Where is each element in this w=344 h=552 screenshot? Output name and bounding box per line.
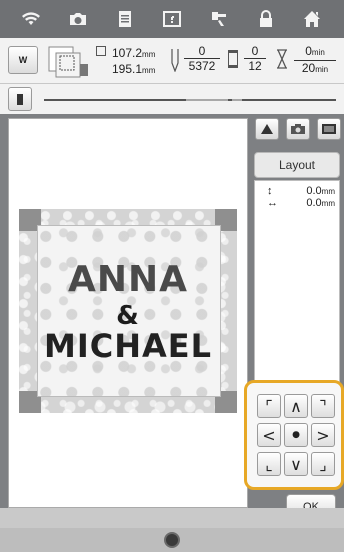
embroidery-preview-area[interactable]: ANNA & MICHAEL	[8, 118, 248, 508]
design-width-value: 107.2	[112, 46, 143, 60]
move-center-button[interactable]: ●	[284, 423, 308, 447]
sewing-time: 0min 20min	[294, 44, 336, 77]
stitch-total: 5372	[184, 58, 220, 73]
stitch-count: 0 5372	[184, 44, 220, 73]
view-buttons	[252, 118, 344, 142]
width-setting-button[interactable]: W	[8, 46, 38, 74]
bottom-strip	[0, 508, 344, 528]
horizontal-offset-unit: mm	[321, 199, 335, 208]
offset-readout: ↕ 0.0mm ↔ 0.0mm	[254, 180, 340, 386]
width-unit: mm	[142, 50, 156, 59]
hourglass-icon	[277, 49, 287, 69]
quilt-block-preview: ANNA & MICHAEL	[19, 209, 237, 413]
home-icon[interactable]	[300, 7, 324, 31]
lock-icon[interactable]	[254, 7, 278, 31]
frame-icon	[48, 46, 88, 78]
move-down-left-button[interactable]: ⌞	[257, 452, 281, 476]
thread-icon[interactable]	[207, 7, 231, 31]
move-arrow-pad: ⌜ ∧ ⌝ < ● > ⌞ ∨ ⌟	[244, 380, 344, 490]
document-icon[interactable]	[113, 7, 137, 31]
vertical-arrow-icon: ↕	[267, 185, 273, 197]
color-count: 0 12	[244, 44, 266, 73]
color-total: 12	[244, 58, 266, 73]
camera-scan-icon	[290, 124, 305, 134]
size-icon	[96, 46, 106, 56]
design-info-row: W 107.2mm 195.1mm 0 5372 0 12 0min 20min	[0, 38, 344, 84]
frame-display-button[interactable]	[46, 44, 90, 78]
thread-progress-row	[0, 84, 344, 114]
horizontal-offset-value: 0.0	[306, 197, 322, 209]
vertical-offset-unit: mm	[321, 187, 335, 196]
needle-icon	[171, 49, 179, 72]
thread-color-button[interactable]	[8, 87, 32, 111]
progress-segment	[186, 99, 228, 101]
move-left-button[interactable]: <	[257, 423, 281, 447]
embroidery-text-line3: MICHAEL	[43, 327, 213, 365]
move-up-left-button[interactable]: ⌜	[257, 394, 281, 418]
background-icon	[321, 124, 336, 134]
triangle-view-button[interactable]	[255, 118, 280, 140]
width-setting-label: W	[18, 55, 28, 65]
triangle-icon	[261, 124, 274, 134]
horizontal-arrow-icon: ↔	[267, 197, 278, 209]
time-unit: min	[311, 48, 325, 57]
clock-icon	[164, 532, 180, 548]
embroidery-text-line1: ANNA	[68, 259, 188, 300]
time-current: 0	[305, 44, 312, 58]
move-up-right-button[interactable]: ⌝	[311, 394, 335, 418]
vertical-offset-value: 0.0	[306, 185, 322, 197]
layout-label: Layout	[254, 152, 340, 178]
move-down-right-button[interactable]: ⌟	[311, 452, 335, 476]
color-count-icon	[228, 50, 238, 68]
background-view-button[interactable]	[316, 118, 341, 140]
top-toolbar	[0, 0, 344, 38]
wifi-icon[interactable]	[19, 7, 43, 31]
design-size: 107.2mm 195.1mm	[112, 46, 155, 78]
time-total: 20	[301, 61, 316, 75]
spool-icon	[17, 94, 23, 105]
camera-icon[interactable]	[66, 7, 90, 31]
height-unit: mm	[142, 66, 156, 75]
help-icon[interactable]	[160, 7, 184, 31]
camera-view-button[interactable]	[285, 118, 310, 140]
time-total-unit: min	[315, 65, 329, 74]
move-up-button[interactable]: ∧	[284, 394, 308, 418]
move-down-button[interactable]: ∨	[284, 452, 308, 476]
stitch-current: 0	[198, 44, 206, 58]
design-height-value: 195.1	[112, 62, 143, 76]
color-current: 0	[251, 44, 259, 58]
move-right-button[interactable]: >	[311, 423, 335, 447]
stitch-progress-bar[interactable]	[44, 99, 336, 101]
progress-segment	[232, 99, 242, 101]
